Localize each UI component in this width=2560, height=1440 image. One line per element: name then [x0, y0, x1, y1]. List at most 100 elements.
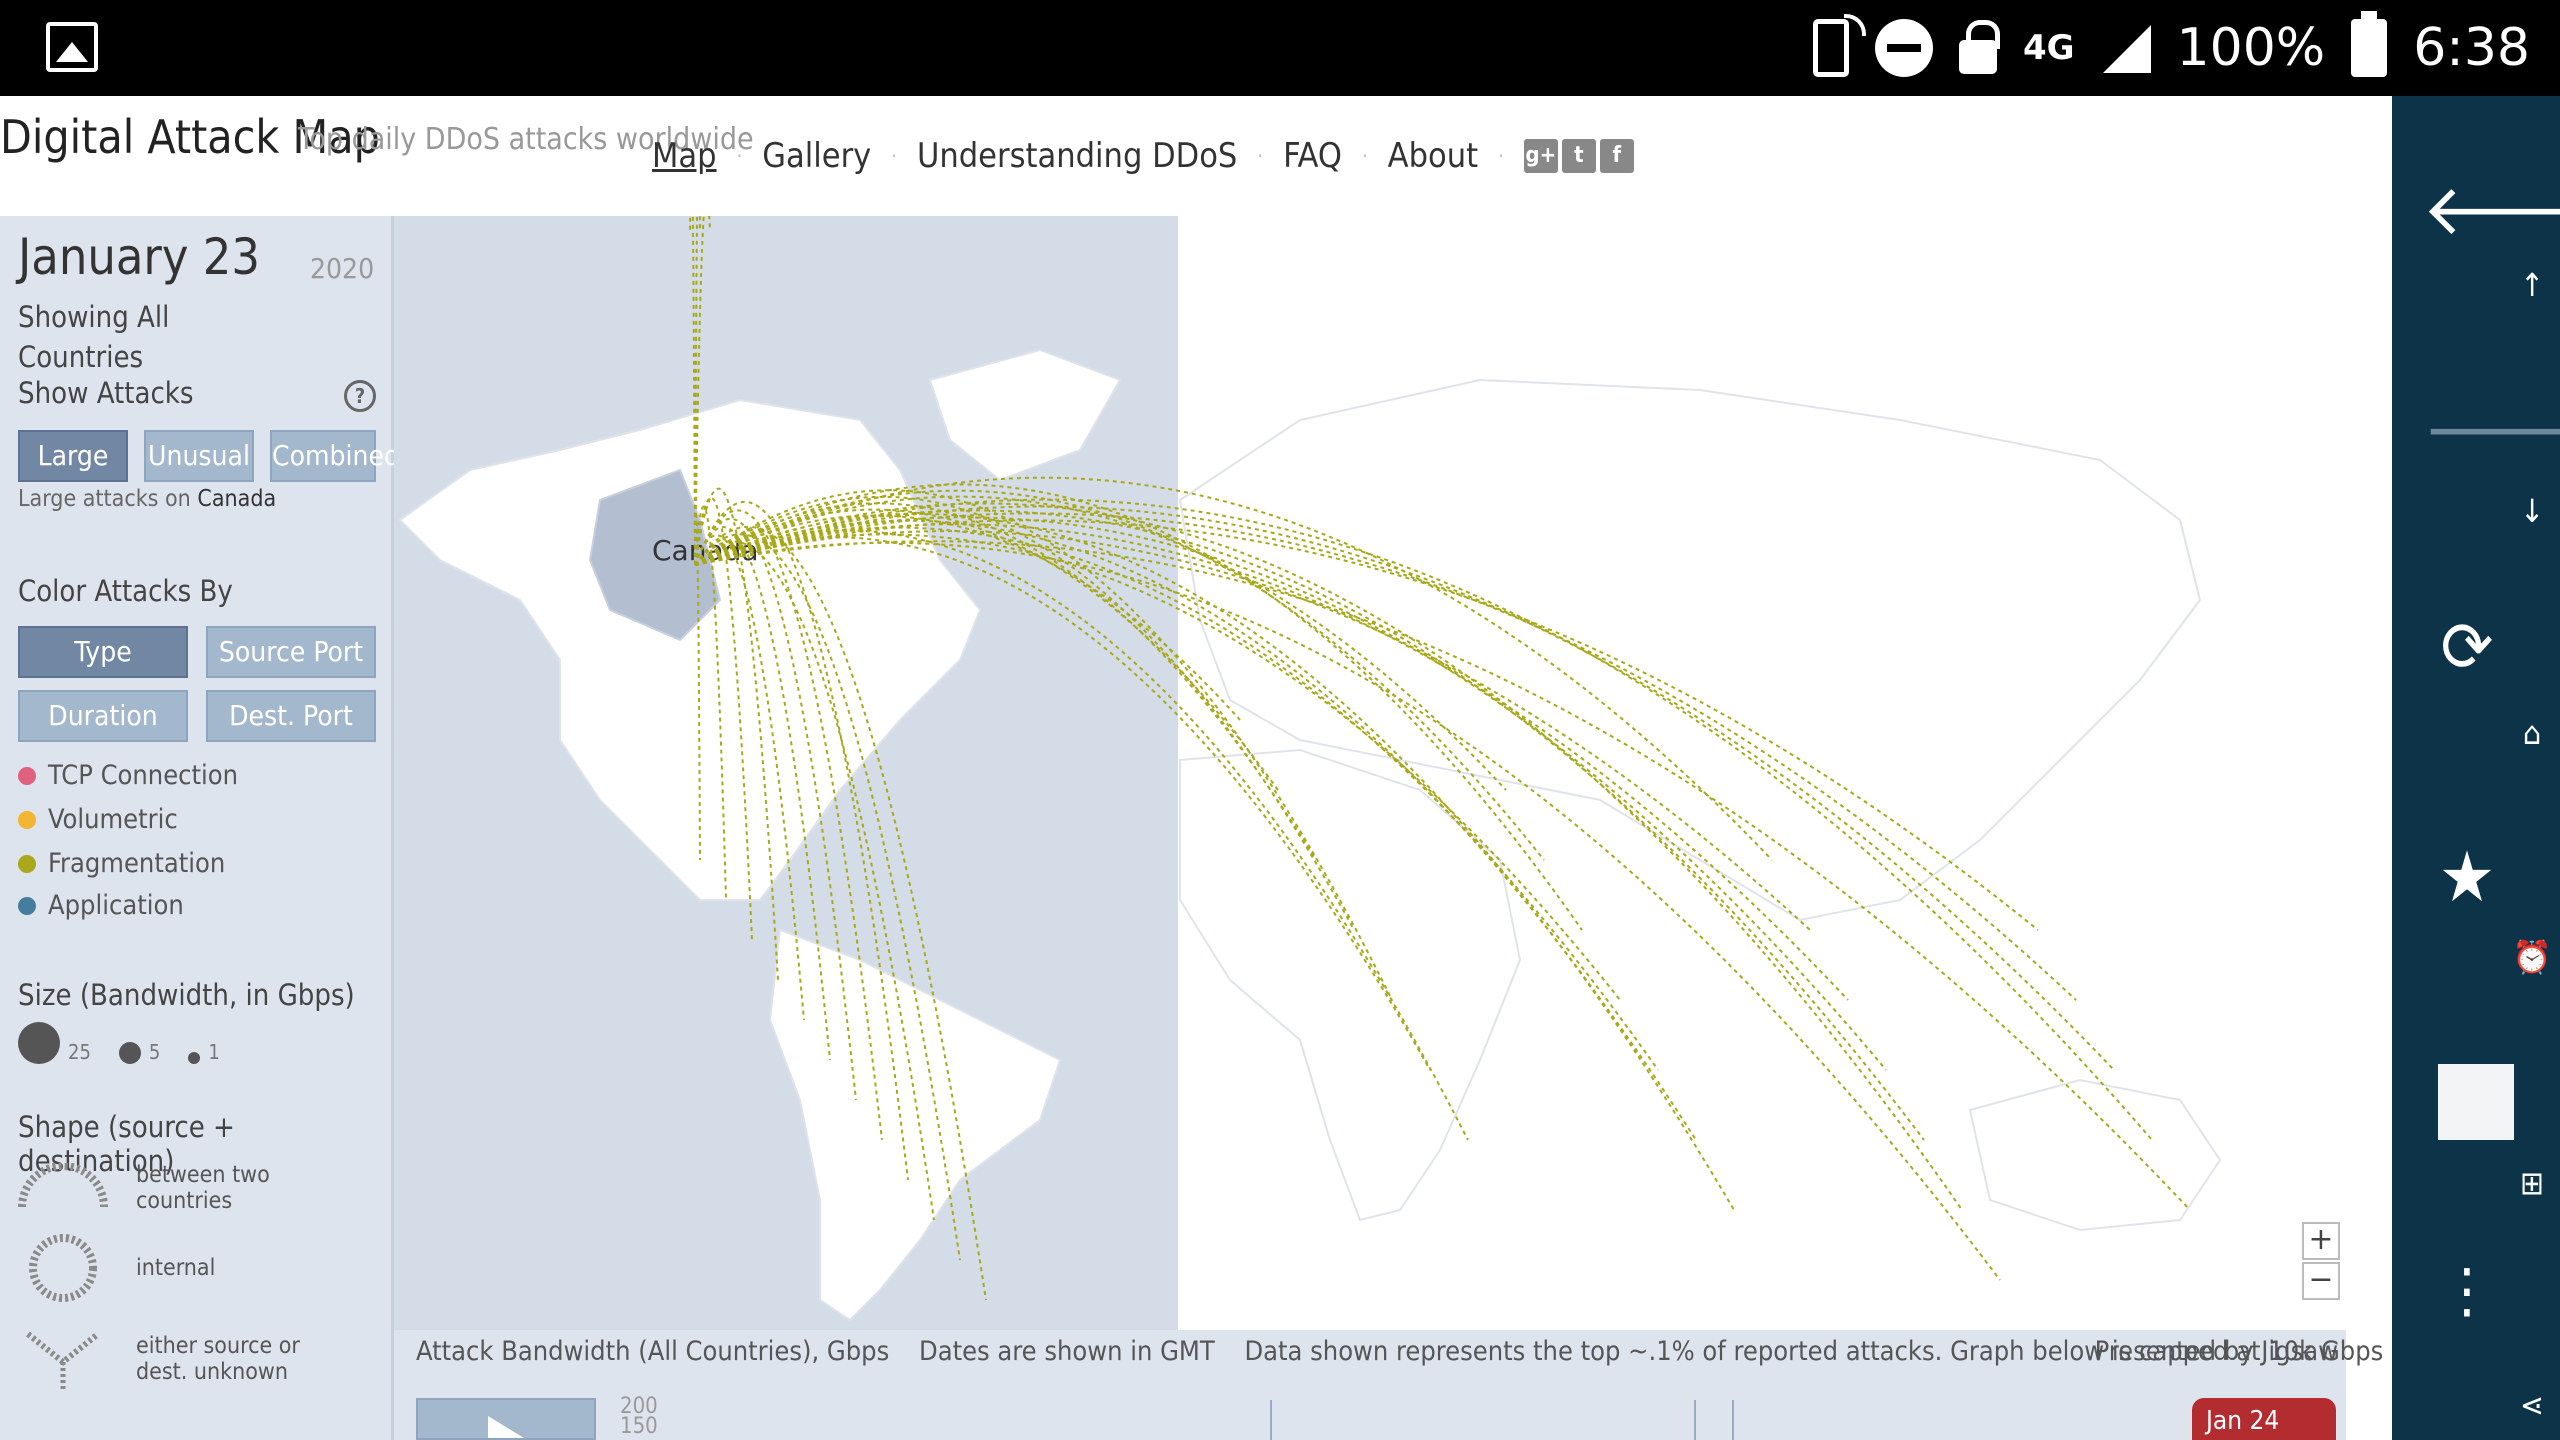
nav-separator: ·	[1257, 144, 1264, 168]
color-type-button[interactable]: Type	[18, 626, 188, 678]
legend-label: TCP Connection	[48, 760, 239, 791]
date-label: January 23	[18, 228, 261, 286]
shape-label: internal	[136, 1255, 216, 1281]
funnel-shape-icon	[26, 1331, 100, 1390]
dates-note: Dates are shown in GMT	[918, 1336, 1215, 1367]
size-dot-large	[18, 1022, 60, 1064]
size-legend: 25 5 1	[18, 1022, 220, 1064]
shape-label: between two countries	[136, 1162, 270, 1214]
large-button[interactable]: Large	[18, 430, 128, 482]
nav-separator: ·	[736, 144, 743, 168]
size-title: Size (Bandwidth, in Gbps)	[18, 978, 355, 1012]
size-label: 25	[68, 1040, 91, 1064]
presented-by[interactable]: Presented by Jigsaw	[2095, 1336, 2338, 1367]
more-menu-icon[interactable]: ⋮	[2422, 1261, 2512, 1321]
timeline-marker	[1694, 1400, 1696, 1440]
color-duration-button[interactable]: Duration	[18, 690, 188, 742]
legend-fragmentation: Fragmentation	[18, 848, 225, 879]
showing-label: Showing All	[18, 300, 170, 334]
clock: 6:38	[2413, 18, 2530, 78]
timeline-bar: Attack Bandwidth (All Countries), Gbps D…	[394, 1330, 2383, 1440]
scroll-up-icon[interactable]: ↑	[2512, 266, 2552, 304]
shape-internal: internal	[18, 1228, 215, 1308]
lock-icon	[1958, 20, 2000, 74]
shape-unknown: either source or dest. unknown	[18, 1324, 300, 1394]
attack-caption: Large attacks on Canada	[18, 486, 276, 512]
y-tick: 150	[620, 1414, 658, 1439]
twitter-icon[interactable]: t	[1561, 139, 1596, 173]
combined-button[interactable]: Combined	[270, 430, 400, 482]
social-links: g+ t f	[1523, 139, 1634, 173]
forward-arrow-icon[interactable]: 🡒	[2422, 386, 2560, 471]
alarm-icon[interactable]: ⏰	[2512, 938, 2552, 976]
size-label: 5	[148, 1040, 161, 1064]
nav-gallery[interactable]: Gallery	[762, 136, 871, 176]
legend-tcp-connection: TCP Connection	[18, 760, 238, 791]
share-icon[interactable]: ⋖	[2512, 1386, 2552, 1424]
size-label: 1	[208, 1040, 220, 1064]
facebook-icon[interactable]: f	[1599, 139, 1634, 173]
gallery-notification-icon	[46, 22, 98, 72]
status-bar: 4G 100% 6:38	[0, 0, 2560, 96]
google-plus-icon[interactable]: g+	[1523, 139, 1558, 173]
nav-understanding-ddos[interactable]: Understanding DDoS	[917, 136, 1237, 176]
nav-map[interactable]: Map	[652, 136, 717, 176]
year-label: 2020	[310, 252, 375, 285]
battery-icon	[2351, 11, 2388, 77]
zoom-out-button[interactable]: −	[2302, 1262, 2340, 1300]
size-dot-medium	[118, 1042, 141, 1064]
main-nav: Map · Gallery · Understanding DDoS · FAQ · A…	[652, 136, 1634, 176]
color-by-title: Color Attacks By	[18, 574, 233, 608]
nav-separator: ·	[1361, 144, 1368, 168]
legend-label: Application	[48, 890, 184, 921]
nav-separator: ·	[1498, 144, 1504, 168]
network-type: 4G	[2022, 28, 2075, 68]
signal-icon	[2101, 23, 2151, 73]
africa-shape	[1179, 748, 1522, 1222]
refresh-icon[interactable]: ⟳	[2422, 606, 2512, 688]
browser-side-panel: 🡐 ↑ 🡒 ↓ ⟳ ⌂ ★ ⏰ ⊞ ⋮ ⋖	[2392, 96, 2560, 1440]
ring-shape-icon	[29, 1234, 97, 1302]
color-source-port-button[interactable]: Source Port	[206, 626, 376, 678]
zoom-in-button[interactable]: +	[2302, 1222, 2340, 1260]
legend-dot	[18, 810, 36, 829]
size-dot-small	[188, 1052, 201, 1064]
attack-caption-country: Canada	[197, 486, 277, 512]
do-not-disturb-icon	[1874, 19, 1933, 77]
add-tab-icon[interactable]: ⊞	[2512, 1164, 2552, 1202]
chart-title: Attack Bandwidth (All Countries), Gbps	[416, 1336, 890, 1367]
scroll-down-icon[interactable]: ↓	[2512, 492, 2552, 530]
legend-dot	[18, 766, 36, 785]
color-dest-port-button[interactable]: Dest. Port	[206, 690, 376, 742]
control-panel: January 23 2020 Showing All Countries Sh…	[0, 216, 400, 1440]
tabs-icon[interactable]	[2438, 1064, 2514, 1140]
legend-volumetric: Volumetric	[18, 804, 178, 835]
legend-label: Fragmentation	[48, 848, 226, 879]
back-arrow-icon[interactable]: 🡐	[2422, 166, 2560, 251]
australia-shape	[1968, 1078, 2222, 1232]
legend-dot	[18, 896, 36, 915]
site-header: Digital Attack Map Top daily DDoS attack…	[0, 96, 2392, 216]
home-icon[interactable]: ⌂	[2512, 714, 2552, 752]
show-attacks-label: Show Attacks	[18, 376, 194, 410]
countries-link[interactable]: Countries	[18, 340, 143, 374]
play-button[interactable]	[416, 1398, 596, 1440]
status-icons: 4G 100% 6:38	[1812, 8, 2530, 88]
nav-faq[interactable]: FAQ	[1283, 136, 1342, 176]
shape-label: either source or dest. unknown	[136, 1333, 300, 1385]
nav-about[interactable]: About	[1388, 136, 1478, 176]
timeline-marker	[1732, 1400, 1734, 1440]
attack-caption-prefix: Large attacks on	[18, 486, 191, 512]
nfc-phone-icon	[1812, 14, 1866, 77]
arc-shape-icon	[18, 1163, 108, 1208]
unusual-button[interactable]: Unusual	[144, 430, 254, 482]
help-icon[interactable]: ?	[344, 380, 376, 412]
shape-between-countries: between two countries	[18, 1162, 270, 1214]
current-date-badge[interactable]: Jan 24	[2192, 1398, 2336, 1440]
attack-map[interactable]: Canada	[394, 216, 2392, 1330]
nav-separator: ·	[891, 144, 897, 168]
legend-dot	[18, 854, 36, 873]
bookmark-star-icon[interactable]: ★	[2422, 836, 2512, 918]
legend-application: Application	[18, 890, 184, 921]
timeline-marker	[1270, 1400, 1272, 1440]
